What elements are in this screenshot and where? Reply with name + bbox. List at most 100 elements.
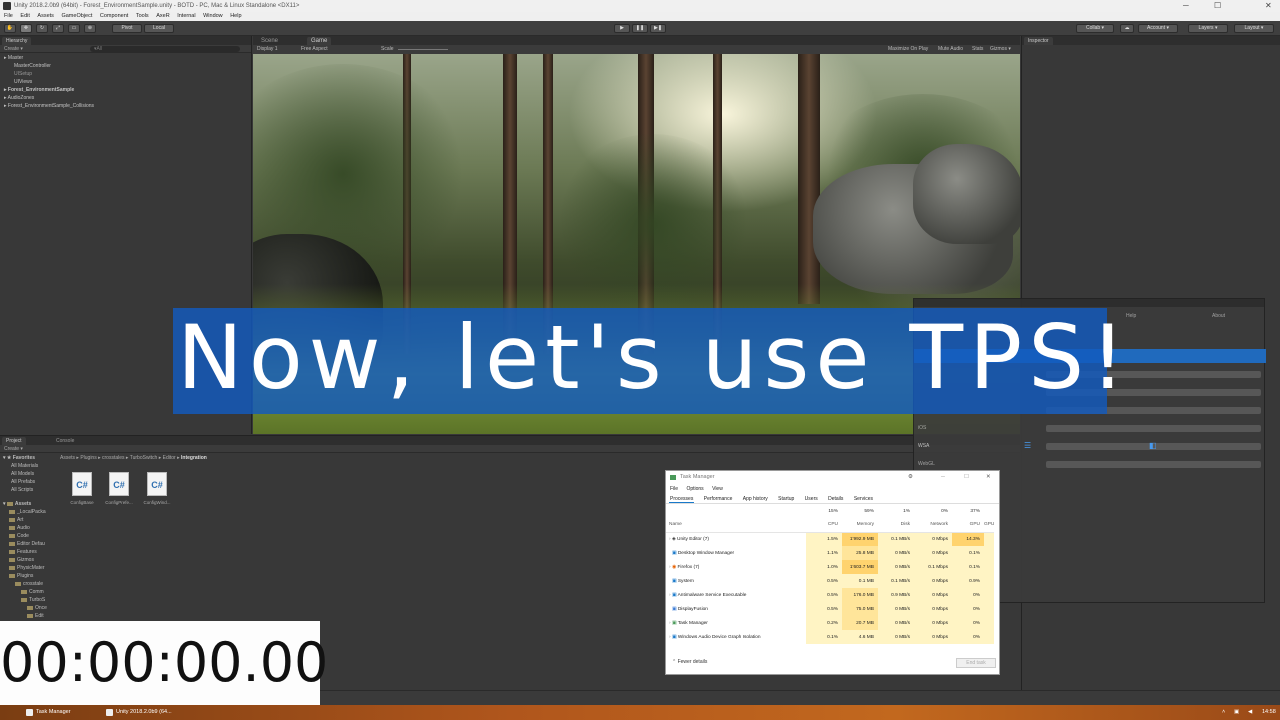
pivot-toggle[interactable]: Pivot <box>112 24 142 33</box>
tab-project[interactable]: Project <box>2 437 26 445</box>
hierarchy-item[interactable]: ▸ Master <box>4 54 251 62</box>
favorite-item[interactable]: All Materials <box>3 462 58 470</box>
fewer-details-button[interactable]: ⌃ Fewer details <box>672 659 707 665</box>
tab-game[interactable]: Game <box>307 37 332 45</box>
tab-console[interactable]: Console <box>52 437 78 445</box>
col-name[interactable]: Name <box>666 518 806 532</box>
display-dropdown[interactable]: Display 1 <box>257 45 278 54</box>
process-row[interactable]: › ▣ Task Manager 0.2% 20.7 MB 0 MB/s 0 M… <box>666 616 994 630</box>
folder-item[interactable]: Code <box>3 532 58 540</box>
col-disk[interactable]: Disk <box>878 518 914 532</box>
folder-item[interactable]: Gizmos <box>3 556 58 564</box>
menu-window[interactable]: Window <box>203 13 223 19</box>
breadcrumb-item[interactable]: TurboSwitch <box>130 455 158 461</box>
favorite-item[interactable]: All Prefabs <box>3 478 58 486</box>
breadcrumb-item[interactable]: Editor <box>163 455 176 461</box>
rect-tool-icon[interactable]: ▭ <box>68 24 80 33</box>
tab-users[interactable]: Users <box>804 496 819 502</box>
menu-assets[interactable]: Assets <box>37 13 54 19</box>
stats-toggle[interactable]: Stats <box>972 45 983 54</box>
local-toggle[interactable]: Local <box>144 24 174 33</box>
col-gpu[interactable]: GPU <box>952 518 984 532</box>
tm-menu-options[interactable]: Options <box>686 486 703 492</box>
collab-dropdown[interactable]: Collab ▾ <box>1076 24 1114 33</box>
minimize-button[interactable]: ─ <box>1183 0 1189 12</box>
hierarchy-item[interactable]: ▸ AudioZones <box>4 94 251 102</box>
tab-services[interactable]: Services <box>853 496 874 502</box>
tab-details[interactable]: Details <box>827 496 844 502</box>
tab-performance[interactable]: Performance <box>703 496 734 502</box>
folder-item[interactable]: TurboS <box>3 596 58 604</box>
layers-dropdown[interactable]: Layers ▾ <box>1188 24 1228 33</box>
clock[interactable]: 14:58 <box>1262 705 1276 720</box>
menu-gameobject[interactable]: GameObject <box>61 13 92 19</box>
tab-scene[interactable]: Scene <box>257 37 282 45</box>
col-gpu-engine[interactable]: GPU <box>984 518 994 532</box>
cloud-icon[interactable]: ☁ <box>1120 24 1134 33</box>
tm-menu-file[interactable]: File <box>670 486 678 492</box>
favorite-item[interactable]: All Scripts <box>3 486 58 494</box>
process-row[interactable]: › ◉ Firefox (7) 1.0% 1'603.7 MB 0 MB/s 0… <box>666 560 994 574</box>
hierarchy-create-button[interactable]: Create ▾ <box>4 46 23 52</box>
step-button[interactable]: ▶❚ <box>650 24 666 33</box>
maximize-on-play-toggle[interactable]: Maximize On Play <box>888 45 928 54</box>
favorite-item[interactable]: All Models <box>3 470 58 478</box>
hierarchy-item[interactable]: UISetup <box>4 70 251 78</box>
hierarchy-item[interactable]: MasterController <box>4 62 251 70</box>
switch-icon[interactable]: ◧ <box>1149 441 1157 450</box>
scale-tool-icon[interactable]: ⤢ <box>52 24 64 33</box>
folder-item[interactable]: Audio <box>3 524 58 532</box>
col-cpu[interactable]: CPU <box>806 518 842 532</box>
mute-audio-toggle[interactable]: Mute Audio <box>938 45 963 54</box>
folder-item[interactable]: Features <box>3 548 58 556</box>
scale-slider[interactable] <box>398 49 448 50</box>
move-tool-icon[interactable]: ✥ <box>20 24 32 33</box>
hierarchy-search-input[interactable]: ▾All <box>90 46 240 52</box>
project-create-button[interactable]: Create ▾ <box>4 446 23 452</box>
folder-item[interactable]: Once <box>3 604 58 612</box>
close-button[interactable]: ✕ <box>1265 0 1272 12</box>
tm-menu-view[interactable]: View <box>712 486 723 492</box>
rotate-tool-icon[interactable]: ↻ <box>36 24 48 33</box>
breadcrumb-item[interactable]: Plugins <box>80 455 96 461</box>
volume-icon[interactable]: ◀ <box>1248 705 1252 720</box>
folder-item[interactable]: Editor Defau <box>3 540 58 548</box>
folder-item[interactable]: Art <box>3 516 58 524</box>
breadcrumb-item[interactable]: Assets <box>60 455 75 461</box>
tm-close-button[interactable]: ✕ <box>986 471 991 484</box>
hierarchy-item[interactable]: ▸ Forest_EnvironmentSample_Collisions <box>4 102 251 110</box>
breadcrumb-item[interactable]: crosstales <box>102 455 125 461</box>
tray-chevron-icon[interactable]: ˄ <box>1222 705 1225 720</box>
folder-item[interactable]: PhysicMater <box>3 564 58 572</box>
aspect-dropdown[interactable]: Free Aspect <box>301 45 328 54</box>
process-row[interactable]: › ▣ Windows Audio Device Graph Isolation… <box>666 630 994 644</box>
process-row[interactable]: › ▣ Desktop Window Manager 1.1% 25.8 MB … <box>666 546 994 560</box>
transform-tool-icon[interactable]: ⊕ <box>84 24 96 33</box>
tab-hierarchy[interactable]: Hierarchy <box>2 37 32 45</box>
folder-item[interactable]: Comm <box>3 588 58 596</box>
breadcrumb-item[interactable]: Integration <box>181 455 207 461</box>
process-row[interactable]: › ◈ Unity Editor (7) 1.5% 1'992.9 MB 0.1… <box>666 532 994 546</box>
menu-component[interactable]: Component <box>100 13 128 19</box>
hierarchy-item[interactable]: ▸ Forest_EnvironmentSample <box>4 86 251 94</box>
col-network[interactable]: Network <box>914 518 952 532</box>
tm-minimize-button[interactable]: ─ <box>941 471 945 484</box>
pause-button[interactable]: ❚❚ <box>632 24 648 33</box>
network-icon[interactable]: ▣ <box>1234 705 1239 720</box>
tab-app-history[interactable]: App history <box>742 496 769 502</box>
menu-axer[interactable]: AxeR <box>156 13 169 19</box>
hierarchy-item[interactable]: UIViews <box>4 78 251 86</box>
folder-item[interactable]: Plugins <box>3 572 58 580</box>
menu-edit[interactable]: Edit <box>20 13 29 19</box>
taskbar-item[interactable]: Unity 2018.2.0b9 (64... <box>104 705 172 720</box>
process-row[interactable]: › ▣ System 0.5% 0.1 MB 0.1 MB/s 0 Mbps 0… <box>666 574 994 588</box>
tab-startup[interactable]: Startup <box>777 496 795 502</box>
csharp-script-icon[interactable]: C# <box>72 472 92 496</box>
favorites-header[interactable]: ▾ ★ Favorites <box>3 454 58 462</box>
menu-help[interactable]: Help <box>230 13 241 19</box>
popup-about-tab[interactable]: About <box>1212 313 1225 319</box>
folder-item[interactable]: _LocalPacka <box>3 508 58 516</box>
menu-file[interactable]: File <box>4 13 13 19</box>
taskbar-item[interactable]: Task Manager <box>24 705 71 720</box>
tm-maximize-button[interactable]: ☐ <box>964 471 969 484</box>
